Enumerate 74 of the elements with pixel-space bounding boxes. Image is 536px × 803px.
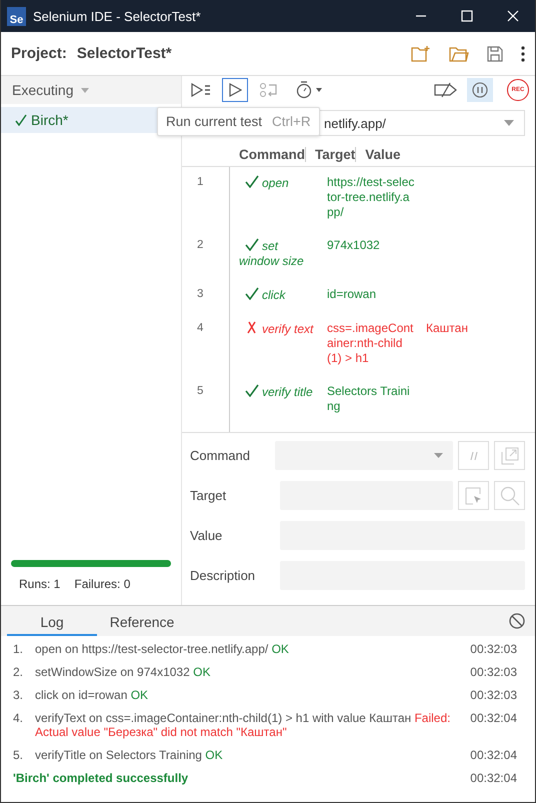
log-message: open on https://test-selector-tree.netlify.app/ OK <box>35 642 290 656</box>
command-cell: verify text <box>230 321 327 366</box>
input-field[interactable] <box>275 441 453 470</box>
command-cell: click <box>230 287 327 303</box>
log-message: click on id=rowan OK <box>35 688 150 702</box>
line-number: 3 <box>196 287 204 302</box>
maximize-icon[interactable] <box>461 10 473 22</box>
runs-count: Runs: 1 <box>19 577 60 591</box>
field-label: Command <box>190 448 251 463</box>
caret-icon <box>434 453 443 458</box>
target-cell-text: Selectors Training <box>327 384 411 414</box>
log-time: 00:32:03 <box>469 665 517 679</box>
target-cell-text: css=.imageContainer:nth-child(1) > h1 <box>327 321 414 366</box>
slashes-icon <box>470 452 478 460</box>
cursor-icon <box>464 486 482 504</box>
window-title: Selenium IDE - SelectorTest* <box>33 8 201 24</box>
project-name[interactable]: SelectorTest* <box>76 45 172 62</box>
field-label: Value <box>190 528 224 543</box>
command-cell-text: set window size <box>238 238 305 269</box>
log-number: 3. <box>13 688 24 702</box>
external-window-icon <box>500 446 518 464</box>
command-cell: open <box>230 175 327 220</box>
new-folder-icon[interactable] <box>411 44 431 62</box>
app-logo: Se <box>7 6 26 26</box>
line-number: 2 <box>196 238 204 253</box>
log-time: 00:32:03 <box>469 688 517 702</box>
log-time: 00:32:04 <box>469 711 517 725</box>
target-cell-text: https://test-selector-tree.netlify.app/ <box>327 175 416 220</box>
line-number: 5 <box>196 384 204 399</box>
line-number: 4 <box>196 321 204 336</box>
shortcut-text: Ctrl+R <box>272 114 311 129</box>
more-icon[interactable] <box>521 46 525 62</box>
command-cell: verify title <box>230 384 327 414</box>
log-tab[interactable]: Log <box>7 606 97 636</box>
log-summary: 'Birch' completed successfully <box>13 771 188 785</box>
log-number: 5. <box>13 748 24 762</box>
failures-count: Failures: 0 <box>74 577 130 591</box>
log-tab[interactable]: Reference <box>97 606 187 636</box>
clear-icon[interactable] <box>509 613 525 629</box>
log-message: verifyTitle on Selectors Training OK <box>35 748 224 762</box>
column-header: Value <box>355 146 401 162</box>
mode-dropdown[interactable]: Executing <box>1 76 181 104</box>
pause-button[interactable] <box>467 78 493 102</box>
check-icon <box>245 287 259 300</box>
run-test-button[interactable] <box>222 78 248 102</box>
field-label: Target <box>190 488 228 503</box>
log-time: 00:32:04 <box>469 771 517 785</box>
caret-icon <box>81 88 90 92</box>
search-icon <box>500 486 520 506</box>
line-number: 1 <box>196 175 204 190</box>
log-time: 00:32:04 <box>469 748 517 762</box>
caret-icon <box>504 120 514 126</box>
log-number: 2. <box>13 665 24 679</box>
log-message: verifyText on css=.imageContainer:nth-child(1) > h1 with value Каштан Failed: Actual value "Березка" did not match "Каштан" <box>35 711 452 739</box>
save-icon[interactable] <box>487 46 503 62</box>
check-icon <box>245 175 259 188</box>
field-label: Description <box>190 568 256 583</box>
pause-icon <box>472 82 488 98</box>
check-icon <box>245 384 259 397</box>
play-icon <box>228 83 242 97</box>
project-label: Project: <box>11 45 67 62</box>
check-icon <box>15 114 27 126</box>
column-header: Target <box>305 146 356 162</box>
target-cell-text: id=rowan <box>327 287 378 303</box>
column-header: Command <box>238 146 306 162</box>
check-icon <box>245 238 259 251</box>
log-number: 1. <box>13 642 24 656</box>
close-icon[interactable] <box>507 10 519 22</box>
value-cell: Каштан <box>426 321 468 335</box>
target-cell-text: 974x1032 <box>327 238 381 254</box>
log-message: setWindowSize on 974x1032 OK <box>35 665 212 679</box>
log-time: 00:32:03 <box>469 642 517 656</box>
log-number: 4. <box>13 711 24 725</box>
folder-icon[interactable] <box>449 44 469 62</box>
